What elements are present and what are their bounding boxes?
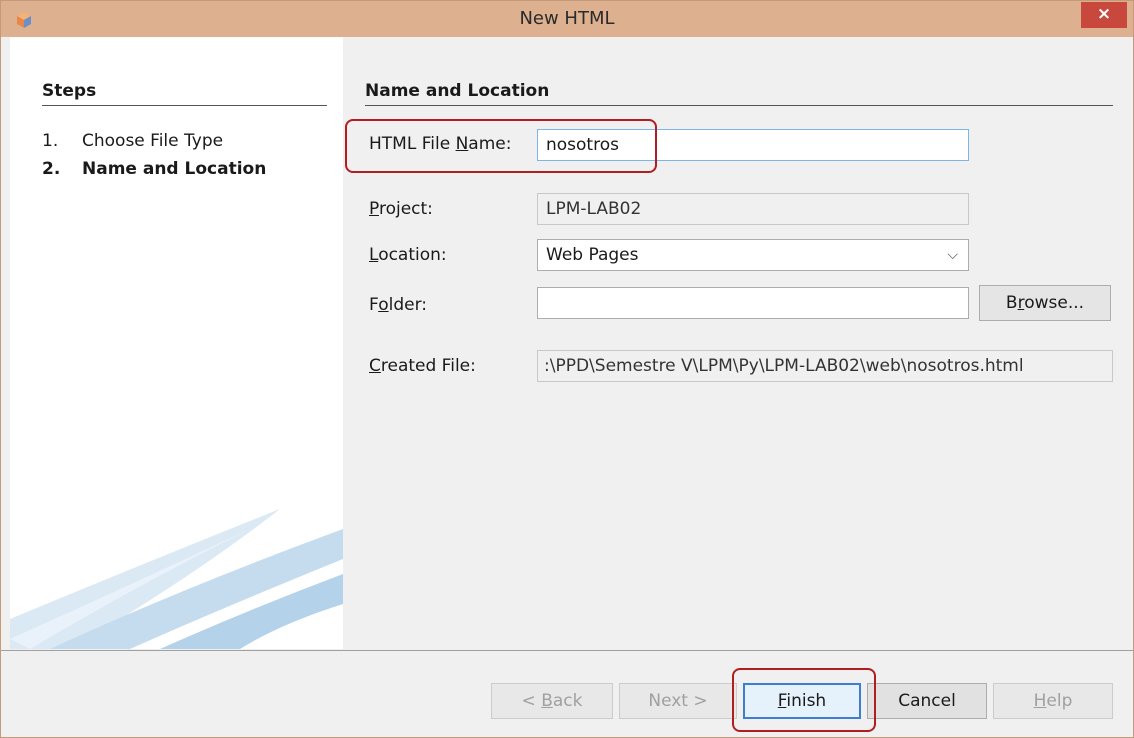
location-label: Location: bbox=[369, 245, 447, 265]
folder-label: Folder: bbox=[369, 295, 427, 315]
section-divider bbox=[365, 105, 1113, 106]
project-field: LPM-LAB02 bbox=[537, 193, 969, 225]
created-file-field: :\PPD\Semestre V\LPM\Py\LPM-LAB02\web\no… bbox=[537, 350, 1113, 382]
step-label: Name and Location bbox=[82, 159, 267, 179]
steps-heading: Steps bbox=[42, 81, 97, 101]
help-button[interactable]: Help bbox=[993, 683, 1113, 719]
location-select[interactable]: Web Pages ⌵ bbox=[537, 239, 969, 271]
step-choose-file-type: 1. Choose File Type bbox=[42, 131, 223, 151]
back-button[interactable]: < Back bbox=[491, 683, 613, 719]
window-title: New HTML bbox=[519, 8, 615, 29]
finish-highlight-annotation bbox=[732, 668, 876, 732]
step-number: 2. bbox=[42, 159, 61, 179]
project-label: Project: bbox=[369, 199, 433, 219]
file-name-highlight-annotation bbox=[345, 119, 657, 173]
close-icon: × bbox=[1096, 4, 1112, 24]
footer-divider bbox=[1, 650, 1133, 651]
folder-input[interactable] bbox=[537, 287, 969, 319]
title-bar[interactable]: New HTML × bbox=[1, 1, 1133, 37]
steps-panel: Steps 1. Choose File Type 2. Name and Loca… bbox=[10, 37, 343, 649]
step-number: 1. bbox=[42, 131, 59, 151]
step-name-and-location: 2. Name and Location bbox=[42, 159, 266, 179]
cancel-button[interactable]: Cancel bbox=[867, 683, 987, 719]
step-label: Choose File Type bbox=[82, 131, 224, 151]
new-html-dialog: New HTML × Steps 1. Choose File Type 2. Na… bbox=[0, 0, 1134, 738]
browse-button[interactable]: Browse... bbox=[979, 285, 1111, 321]
next-button[interactable]: Next > bbox=[619, 683, 737, 719]
created-file-label: Created File: bbox=[369, 356, 476, 376]
section-heading: Name and Location bbox=[365, 81, 550, 101]
close-button[interactable]: × bbox=[1081, 2, 1127, 28]
location-selected-value: Web Pages bbox=[546, 245, 639, 265]
name-and-location-panel: Name and Location HTML File Name: nosotr… bbox=[345, 37, 1133, 649]
wizard-swoosh-graphic bbox=[10, 509, 343, 649]
steps-divider bbox=[42, 105, 327, 106]
chevron-down-icon[interactable]: ⌵ bbox=[947, 240, 958, 270]
